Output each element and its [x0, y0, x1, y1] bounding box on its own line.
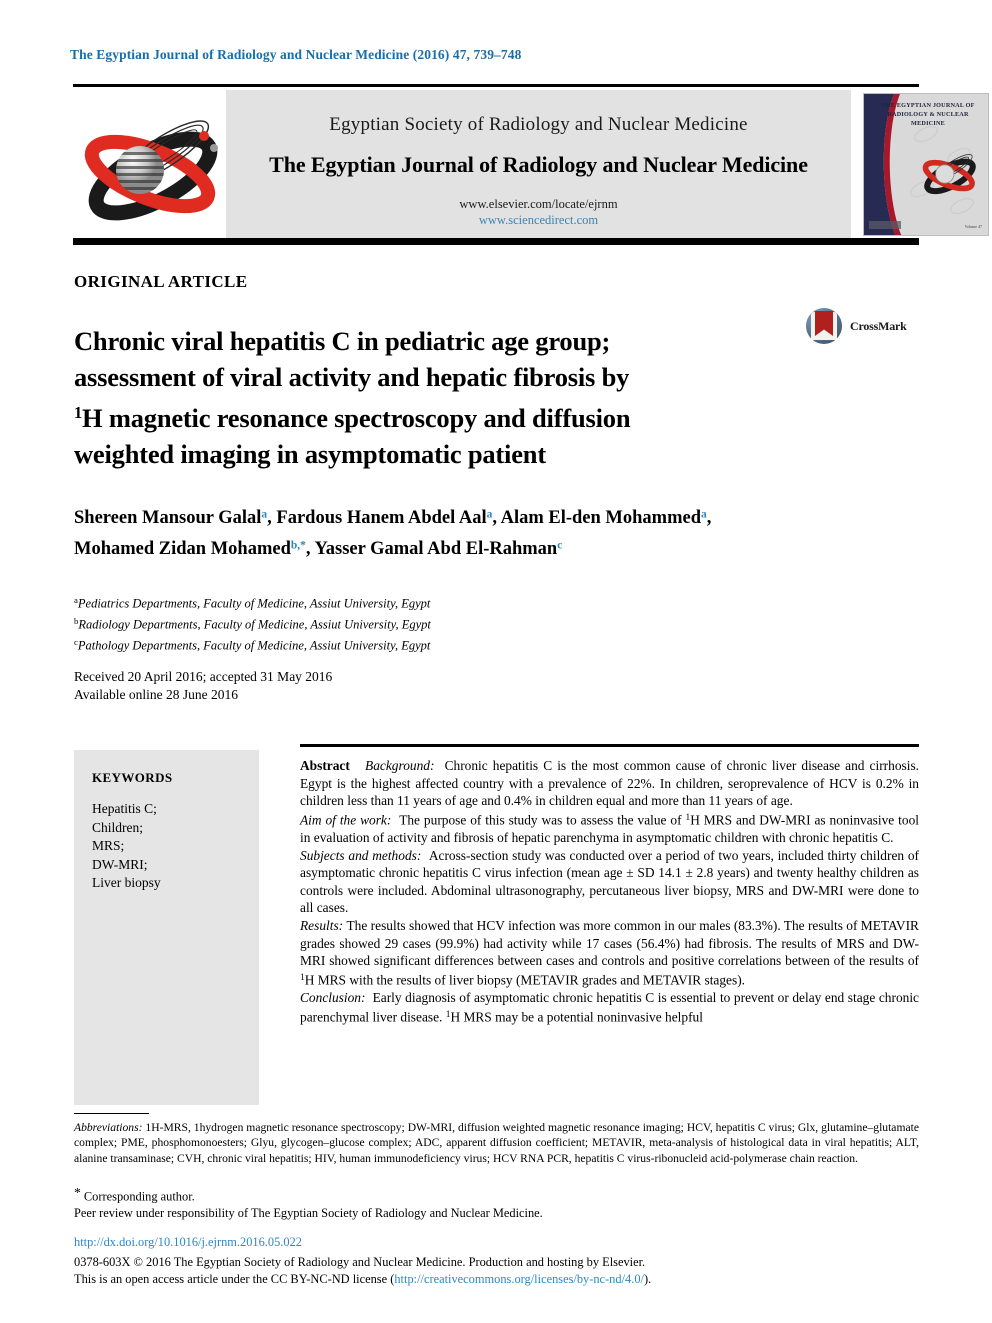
cover-volume-label: Volume 47 [964, 224, 982, 229]
abstract-section-text-post: H MRS may be a potential noninvasive hel… [450, 1009, 703, 1025]
affiliation-item: bRadiology Departments, Faculty of Medic… [74, 613, 431, 634]
abstract-section-text-post: H MRS with the results of liver biopsy (… [304, 972, 746, 988]
author-affiliation-mark: c [557, 539, 563, 552]
keywords-heading: KEYWORDS [92, 770, 173, 785]
license-line: This is an open access article under the… [74, 1271, 934, 1288]
cover-publisher-mark [869, 221, 901, 229]
abstract-top-rule [300, 744, 919, 747]
journal-cover-thumbnail: THE EGYPTIAN JOURNAL OF RADIOLOGY & NUCL… [863, 93, 989, 236]
keywords-list: Hepatitis C; Children; MRS; DW-MRI; Live… [92, 800, 161, 893]
journal-banner: Egyptian Society of Radiology and Nuclea… [226, 90, 851, 238]
sciencedirect-url[interactable]: www.sciencedirect.com [226, 213, 851, 228]
abbreviations-note: Abbreviations: 1H-MRS, 1hydrogen magneti… [74, 1120, 919, 1166]
abstract-paragraph-methods: Subjects and methods: Across-section stu… [300, 847, 919, 917]
corresponding-author-text: Corresponding author. [83, 1189, 195, 1204]
author-item: Fardous Hanem Abdel Aala, [276, 508, 500, 528]
title-line-2: assessment of viral activity and hepatic… [74, 361, 630, 392]
running-head: The Egyptian Journal of Radiology and Nu… [70, 47, 522, 62]
crossmark-label: CrossMark [850, 319, 907, 333]
author-name: Mohamed Zidan Mohamed [74, 539, 291, 560]
abstract-section-text-pre: The purpose of this study was to assess … [399, 812, 686, 828]
elsevier-url[interactable]: www.elsevier.com/locate/ejrnm [226, 197, 851, 212]
keyword-item: Hepatitis C; [92, 801, 157, 816]
author-name: Alam El-den Mohammed [500, 507, 702, 528]
abstract-section-heading: Results: [300, 918, 344, 934]
affiliation-list: aPediatrics Departments, Faculty of Medi… [74, 592, 431, 655]
abstract-section-heading: Conclusion: [300, 990, 366, 1006]
license-text-pre: This is an open access article under the… [74, 1272, 395, 1286]
copyright-line: 0378-603X © 2016 The Egyptian Society of… [74, 1255, 646, 1269]
author-item: Yasser Gamal Abd El-Rahmanc [314, 539, 562, 559]
author-item: Mohamed Zidan Mohamedb,*, [74, 539, 314, 559]
author-name: Shereen Mansour Galal [74, 507, 262, 528]
article-history: Received 20 April 2016; accepted 31 May … [74, 668, 332, 704]
cover-title: THE EGYPTIAN JOURNAL OF RADIOLOGY & NUCL… [881, 102, 975, 127]
abstract-paragraph-results: Results: The results showed that HCV inf… [300, 917, 919, 989]
article-first-page: The Egyptian Journal of Radiology and Nu… [0, 0, 992, 1323]
crossmark-circle-icon [806, 308, 842, 344]
society-name: Egyptian Society of Radiology and Nuclea… [329, 114, 748, 135]
title-line-1: Chronic viral hepatitis C in pediatric a… [74, 325, 611, 356]
abstract-paragraph-aim: Aim of the work: The purpose of this stu… [300, 810, 919, 847]
doi-link[interactable]: http://dx.doi.org/10.1016/j.ejrnm.2016.0… [74, 1235, 302, 1250]
author-separator: , [706, 507, 712, 528]
masthead: Egyptian Society of Radiology and Nuclea… [73, 90, 989, 238]
keywords-box: KEYWORDS Hepatitis C; Children; MRS; DW-… [74, 750, 259, 1105]
author-name: Yasser Gamal Abd El-Rahman [314, 539, 558, 560]
abstract-section-heading: Background: [365, 758, 435, 773]
license-text-post: ). [643, 1272, 652, 1286]
masthead-top-rule [73, 84, 919, 87]
keyword-item: Liver biopsy [92, 875, 161, 890]
affiliation-item: aPediatrics Departments, Faculty of Medi… [74, 592, 431, 613]
society-logo-icon [78, 100, 228, 230]
keyword-item: DW-MRI; [92, 856, 148, 872]
license-link[interactable]: http://creativecommons.org/licenses/by-n… [394, 1272, 644, 1286]
author-name: Fardous Hanem Abdel Aal [276, 507, 487, 528]
abstract-label: Abstract [300, 758, 350, 773]
abstract-section-heading: Aim of the work: [300, 812, 392, 828]
abstract: Abstract Background: Chronic hepatitis C… [300, 757, 919, 1026]
affiliation-item: cPathology Departments, Faculty of Medic… [74, 634, 431, 655]
author-separator: , [492, 507, 501, 528]
abstract-section-heading: Subjects and methods: [300, 847, 422, 863]
masthead-bottom-rule [73, 238, 919, 245]
author-affiliation-mark: b,* [290, 539, 306, 552]
journal-name: The Egyptian Journal of Radiology and Nu… [269, 152, 808, 177]
author-item: Shereen Mansour Galala, [74, 508, 276, 528]
affiliation-text: Pediatrics Departments, Faculty of Medic… [77, 596, 431, 611]
footnote-rule [74, 1113, 149, 1115]
title-line-4: weighted imaging in asymptomatic patient [74, 438, 546, 469]
page-title: Chronic viral hepatitis C in pediatric a… [74, 323, 774, 472]
crossmark-badge[interactable]: CrossMark [806, 308, 916, 350]
abstract-section-text-pre: The results showed that HCV infection wa… [300, 918, 919, 969]
abbreviations-label: Abbreviations: [74, 1121, 143, 1134]
abstract-paragraph-background: Abstract Background: Chronic hepatitis C… [300, 757, 919, 810]
abstract-paragraph-conclusion: Conclusion: Early diagnosis of asymptoma… [300, 989, 919, 1026]
copyright-block: 0378-603X © 2016 The Egyptian Society of… [74, 1254, 934, 1288]
title-line-3: H magnetic resonance spectroscopy and di… [82, 402, 631, 433]
peer-review-note: Peer review under responsibility of The … [74, 1206, 543, 1220]
affiliation-text: Pathology Departments, Faculty of Medici… [77, 638, 431, 653]
keyword-item: Children; [92, 819, 143, 835]
corresponding-author-mark: * [74, 1185, 81, 1200]
affiliation-text: Radiology Departments, Faculty of Medici… [78, 617, 431, 632]
abbreviations-text: 1H-MRS, 1hydrogen magnetic resonance spe… [74, 1121, 919, 1165]
author-item: Alam El-den Mohammeda, [501, 508, 712, 528]
corresponding-author-note: * Corresponding author. [74, 1185, 195, 1204]
available-online-date: Available online 28 June 2016 [74, 687, 238, 702]
author-list: Shereen Mansour Galala, Fardous Hanem Ab… [74, 500, 924, 563]
keyword-item: MRS; [92, 838, 125, 853]
article-type-label: ORIGINAL ARTICLE [74, 272, 248, 291]
received-accepted-date: Received 20 April 2016; accepted 31 May … [74, 669, 333, 684]
title-superscript: 1 [74, 402, 83, 422]
